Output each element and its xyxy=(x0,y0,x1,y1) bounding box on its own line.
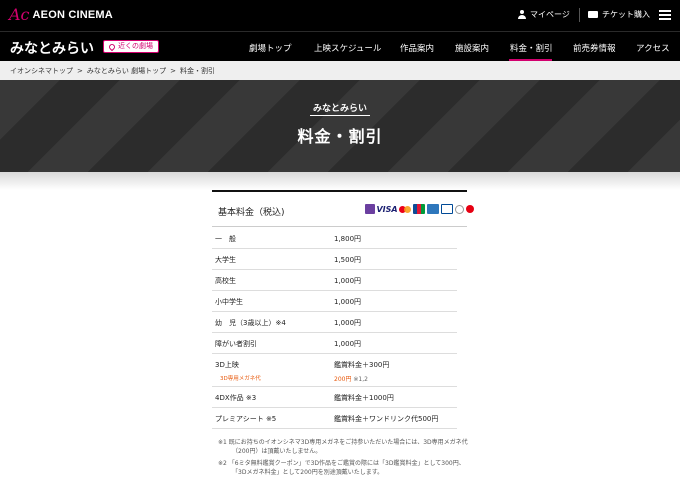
row-label: 幼 児（3歳以上）※4 xyxy=(215,319,286,327)
glasses-price: 200円 xyxy=(334,376,352,383)
visa-icon: VISA xyxy=(376,204,398,214)
table-title: 基本料金（税込) xyxy=(218,208,285,218)
breadcrumb-item-theater-top[interactable]: みなとみらい 劇場トップ xyxy=(87,66,166,76)
hero-fade xyxy=(0,172,680,190)
nav-movies[interactable]: 作品案内 xyxy=(400,42,434,54)
row-value: 鑑賞料金＋ワンドリンク代500円 xyxy=(334,415,439,423)
footnotes: ※1 既にお持ちのイオンシネマ3D専用メガネをご持参いただいた場合には、3D専用… xyxy=(218,438,468,480)
nav-pricing[interactable]: 料金・割引 xyxy=(510,42,553,54)
hero-divider xyxy=(310,115,370,116)
theater-bar: みなとみらい 近くの劇場 劇場トップ 上映スケジュール 作品案内 施設案内 料金… xyxy=(0,31,680,62)
mastercard-icon xyxy=(399,204,411,214)
table-header: 基本料金（税込) VISA xyxy=(212,192,474,227)
table-row: 一 般 1,800円 xyxy=(212,228,457,249)
diners-icon xyxy=(441,204,453,214)
table-row: 幼 児（3歳以上）※4 1,000円 xyxy=(212,312,457,333)
row-value: 鑑賞料金＋1000円 xyxy=(334,394,394,402)
menu-icon[interactable] xyxy=(659,10,671,20)
nav-facilities[interactable]: 施設案内 xyxy=(455,42,489,54)
user-icon xyxy=(518,10,526,19)
nav-schedule[interactable]: 上映スケジュール xyxy=(314,42,381,54)
table-row: 4DX作品 ※3 鑑賞料金＋1000円 xyxy=(212,387,457,408)
hero-subtitle: みなとみらい xyxy=(312,104,367,114)
table-row: 3D上映 鑑賞料金＋300円 3D専用メガネ代 200円 ※1,2 xyxy=(212,354,457,387)
breadcrumb: イオンシネマトップ > みなとみらい 劇場トップ > 料金・割引 xyxy=(0,61,680,80)
row-label: 3D上映 xyxy=(215,361,239,369)
ticket-purchase-link[interactable]: チケット購入 xyxy=(588,9,650,20)
footnote: ※1 既にお持ちのイオンシネマ3D専用メガネをご持参いただいた場合には、3D専用… xyxy=(218,439,468,455)
top-divider xyxy=(579,8,580,22)
footnote: ※2 「6ミタ無料鑑賞クーポン」で3D作品をご鑑賞の際には「3D鑑賞料金」として… xyxy=(218,460,465,476)
cinema-card-icon xyxy=(365,204,375,214)
row-value: 1,000円 xyxy=(334,319,362,327)
table-row: 高校生 1,000円 xyxy=(212,270,457,291)
ticket-label: チケット購入 xyxy=(602,10,650,19)
payment-icons: VISA xyxy=(365,204,476,214)
breadcrumb-separator: > xyxy=(77,66,83,75)
nav-theater-top[interactable]: 劇場トップ xyxy=(249,42,292,54)
row-label: 一 般 xyxy=(215,235,236,243)
breadcrumb-item-cinema-top[interactable]: イオンシネマトップ xyxy=(10,66,73,76)
glasses-note: ※1,2 xyxy=(353,376,368,383)
row-value: 鑑賞料金＋300円 xyxy=(334,361,390,369)
row-value: 1,000円 xyxy=(334,340,362,348)
row-label: プレミアシート ※5 xyxy=(215,415,277,423)
row-label: 大学生 xyxy=(215,256,236,264)
main-nav: 劇場トップ 上映スケジュール 作品案内 施設案内 料金・割引 前売券情報 アクセ… xyxy=(0,32,680,62)
mypage-link[interactable]: マイページ xyxy=(518,9,570,20)
ticket-icon xyxy=(588,11,598,18)
price-rows: 一 般 1,800円 大学生 1,500円 高校生 1,000円 小中学生 1,… xyxy=(212,228,457,429)
aeon-cinema-logo[interactable]: Ac AEON CINEMA xyxy=(9,6,113,24)
logo-text: AEON CINEMA xyxy=(32,9,113,21)
rakuten-icon xyxy=(466,205,474,213)
row-label: 4DX作品 ※3 xyxy=(215,394,257,402)
nav-access[interactable]: アクセス xyxy=(636,42,670,54)
row-value: 1,800円 xyxy=(334,235,362,243)
breadcrumb-separator: > xyxy=(170,66,176,75)
breadcrumb-item-current: 料金・割引 xyxy=(179,66,215,75)
logo-mark: Ac xyxy=(9,5,30,24)
page-title: 料金・割引 xyxy=(297,127,383,146)
row-label: 小中学生 xyxy=(215,298,243,306)
table-row: 障がい者割引 1,000円 xyxy=(212,333,457,354)
row-value: 1,000円 xyxy=(334,277,362,285)
jcb-icon xyxy=(413,204,425,214)
nav-advance-tickets[interactable]: 前売券情報 xyxy=(573,42,616,54)
table-row: プレミアシート ※5 鑑賞料金＋ワンドリンク代500円 xyxy=(212,408,457,429)
row-sub-value: 200円 ※1,2 xyxy=(334,374,368,383)
table-row: 大学生 1,500円 xyxy=(212,249,457,270)
discover-icon xyxy=(455,204,464,214)
row-label: 障がい者割引 xyxy=(215,340,257,348)
mypage-label: マイページ xyxy=(530,10,570,19)
row-sub-label: 3D専用メガネ代 xyxy=(220,376,261,382)
table-row: 小中学生 1,000円 xyxy=(212,291,457,312)
row-label: 高校生 xyxy=(215,277,236,285)
top-bar: Ac AEON CINEMA マイページ チケット購入 xyxy=(0,0,680,31)
row-value: 1,000円 xyxy=(334,298,362,306)
amex-icon xyxy=(427,204,439,214)
row-value: 1,500円 xyxy=(334,256,362,264)
